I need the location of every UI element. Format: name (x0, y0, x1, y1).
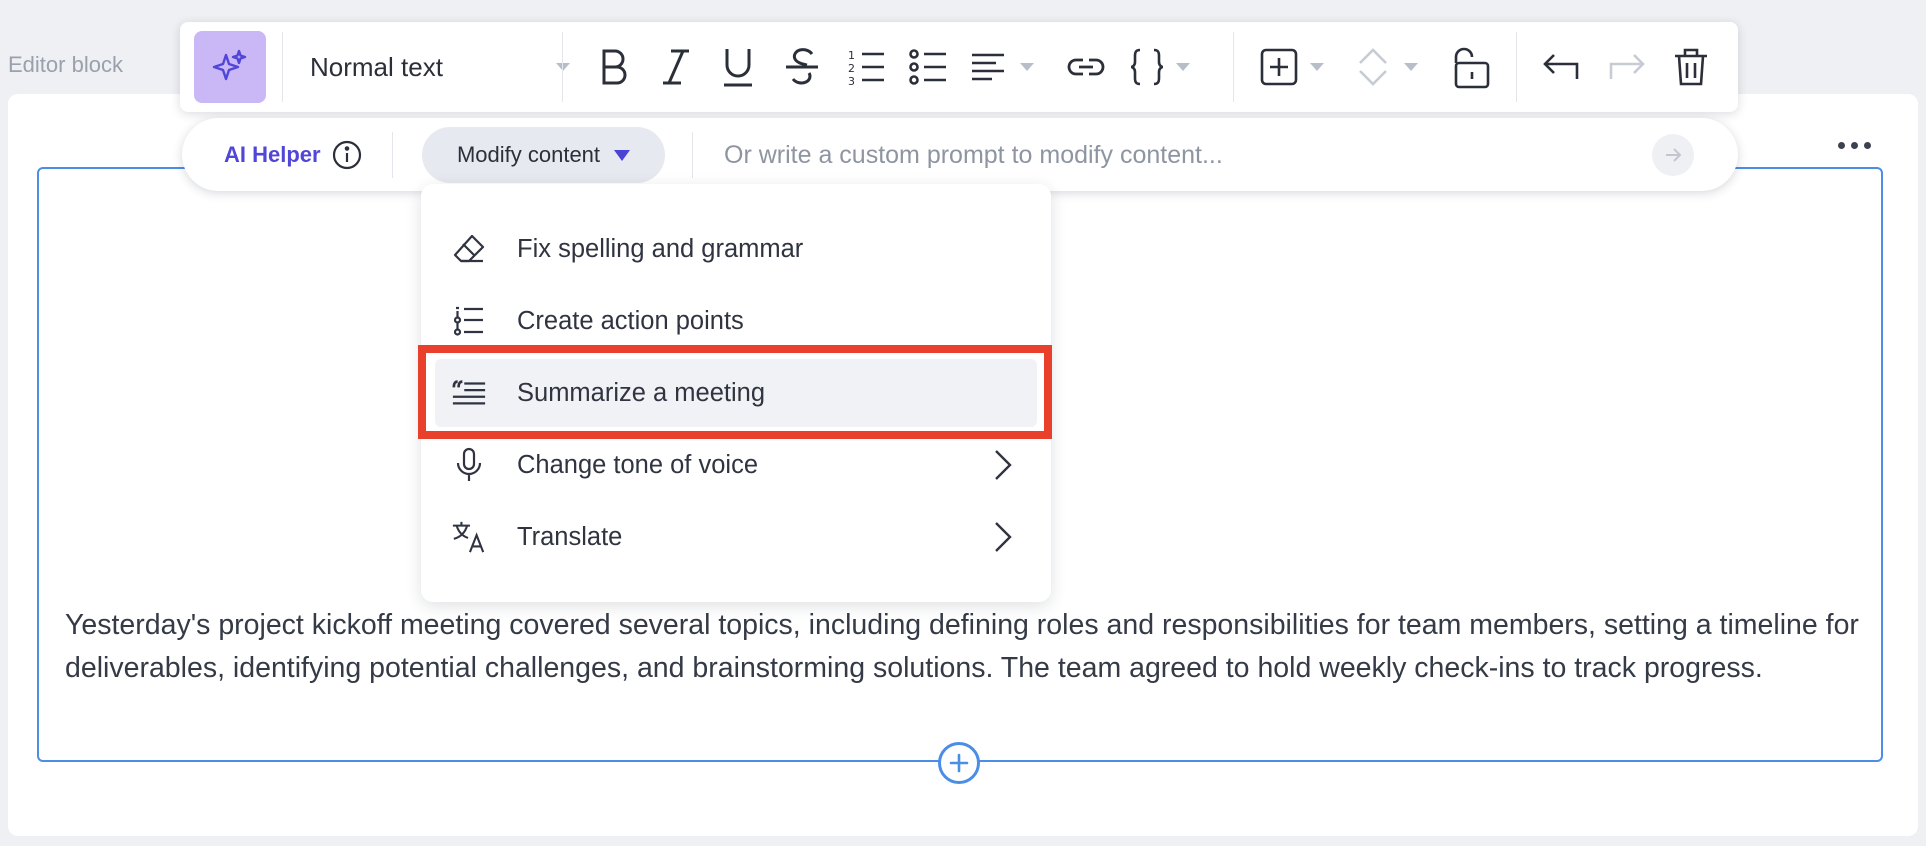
ai-helper-bar: AI Helper Modify content (182, 118, 1738, 191)
unlock-icon (1454, 47, 1490, 89)
arrow-right-icon (1666, 148, 1682, 162)
undo-button[interactable] (1540, 45, 1586, 89)
more-dot (1863, 141, 1871, 149)
menu-item-summarize-meeting[interactable]: Summarize a meeting (435, 359, 1037, 427)
more-dot (1837, 141, 1845, 149)
menu-item-create-action-points[interactable]: Create action points (435, 287, 1037, 355)
svg-text:2: 2 (848, 62, 855, 75)
trash-icon (1675, 48, 1707, 86)
link-icon (1067, 58, 1105, 76)
microphone-icon (451, 447, 487, 483)
bulleted-list-icon (909, 49, 946, 85)
align-icon (972, 53, 1004, 81)
text-style-label: Normal text (310, 51, 443, 82)
move-icon (1359, 48, 1387, 86)
underline-button[interactable] (716, 45, 760, 89)
lock-button[interactable] (1446, 43, 1494, 91)
eraser-icon (451, 231, 487, 267)
chevron-down-icon (1020, 63, 1034, 71)
strikethrough-icon (786, 48, 818, 85)
menu-item-label: Summarize a meeting (517, 378, 766, 407)
modify-content-button[interactable]: Modify content (422, 127, 665, 183)
redo-icon (1609, 54, 1645, 79)
bulleted-list-button[interactable] (906, 45, 950, 89)
align-dropdown[interactable] (970, 45, 1050, 89)
editor-block-label: Editor block (8, 52, 123, 77)
svg-text:1: 1 (848, 49, 855, 62)
ai-helper-label: AI Helper (224, 142, 321, 167)
action-list-icon (451, 303, 487, 339)
sparkles-icon (212, 49, 247, 81)
ai-assist-button[interactable] (194, 31, 266, 103)
custom-prompt-input[interactable] (724, 132, 1624, 178)
menu-item-translate[interactable]: Translate (435, 503, 1037, 571)
menu-item-label: Fix spelling and grammar (517, 234, 804, 263)
info-icon[interactable] (332, 140, 362, 170)
numbered-list-button[interactable]: 123 (844, 45, 888, 89)
redo-button[interactable] (1602, 45, 1648, 89)
chevron-down-icon (1176, 63, 1190, 71)
add-block-button[interactable] (938, 742, 980, 784)
svg-text:3: 3 (848, 75, 855, 87)
insert-icon (1260, 48, 1298, 86)
link-button[interactable] (1064, 45, 1108, 89)
menu-item-label: Change tone of voice (517, 450, 759, 479)
formatting-toolbar: Normal text 123 (180, 22, 1738, 112)
delete-button[interactable] (1668, 43, 1714, 91)
more-options-button[interactable] (1832, 130, 1876, 160)
numbered-list-icon: 123 (848, 49, 884, 87)
ai-bar-divider (392, 132, 393, 178)
modify-content-label: Modify content (456, 142, 601, 167)
text-style-dropdown[interactable]: Normal text (310, 44, 570, 90)
plus-icon (949, 753, 969, 773)
toolbar-divider (282, 32, 283, 102)
bold-button[interactable] (592, 45, 636, 89)
strikethrough-button[interactable] (780, 45, 824, 89)
chevron-right-icon (995, 450, 1012, 480)
caret-down-icon (614, 149, 631, 161)
bold-icon (602, 49, 627, 85)
code-dropdown[interactable] (1130, 45, 1210, 89)
summary-quote-icon (451, 375, 487, 411)
code-braces-icon (1130, 48, 1164, 86)
toolbar-divider (1233, 32, 1234, 102)
toolbar-divider (562, 32, 563, 102)
chevron-right-icon (995, 522, 1012, 552)
menu-item-label: Create action points (517, 306, 744, 335)
menu-item-fix-spelling[interactable]: Fix spelling and grammar (435, 215, 1037, 283)
more-dot (1850, 141, 1858, 149)
editor-content[interactable]: Yesterday's project kickoff meeting cove… (65, 604, 1865, 690)
menu-item-change-tone[interactable]: Change tone of voice (435, 431, 1037, 499)
ai-bar-divider (692, 132, 693, 178)
chevron-down-icon (556, 63, 570, 71)
toolbar-divider (1516, 32, 1517, 102)
menu-item-label: Translate (517, 522, 623, 551)
insert-dropdown[interactable] (1260, 45, 1340, 89)
underline-icon (724, 49, 752, 87)
send-prompt-button[interactable] (1652, 134, 1694, 176)
move-dropdown[interactable] (1356, 45, 1436, 89)
chevron-down-icon (1404, 63, 1418, 71)
italic-icon (663, 49, 689, 85)
italic-button[interactable] (654, 45, 698, 89)
modify-content-menu: Fix spelling and grammar Create action p… (421, 184, 1051, 602)
undo-icon (1543, 54, 1579, 79)
chevron-down-icon (1310, 63, 1324, 71)
translate-icon (451, 519, 487, 555)
